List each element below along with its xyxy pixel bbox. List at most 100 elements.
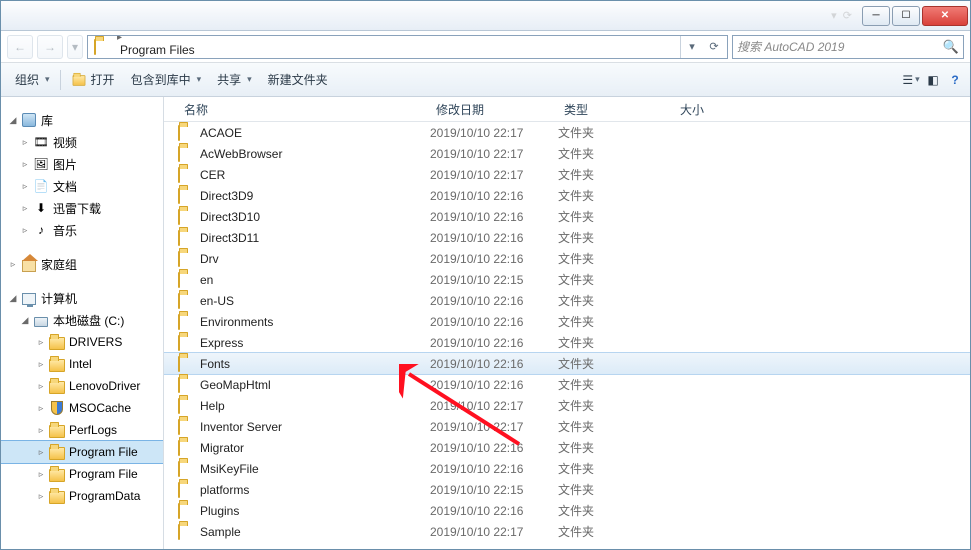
folder-icon xyxy=(178,503,194,519)
folder-icon xyxy=(178,188,194,204)
title-bar[interactable]: ▾ ⟳ ─ ☐ ✕ xyxy=(1,1,970,31)
file-type: 文件夹 xyxy=(558,334,674,351)
file-type: 文件夹 xyxy=(558,523,674,540)
file-row[interactable]: Fonts 2019/10/10 22:16 文件夹 xyxy=(164,353,970,374)
file-row[interactable]: AcWebBrowser 2019/10/10 22:17 文件夹 xyxy=(164,143,970,164)
file-row[interactable]: Plugins 2019/10/10 22:16 文件夹 xyxy=(164,500,970,521)
folder-icon xyxy=(49,400,65,416)
file-row[interactable]: Migrator 2019/10/10 22:16 文件夹 xyxy=(164,437,970,458)
breadcrumb-item[interactable]: Program Files xyxy=(114,43,206,57)
file-row[interactable]: ACAOE 2019/10/10 22:17 文件夹 xyxy=(164,122,970,143)
col-type[interactable]: 类型 xyxy=(558,101,674,118)
file-type: 文件夹 xyxy=(558,313,674,330)
preview-pane-icon[interactable]: ◧ xyxy=(924,71,942,89)
file-name: en-US xyxy=(200,294,234,308)
tree-drive-c[interactable]: ◢本地磁盘 (C:) xyxy=(1,309,163,331)
folder-icon xyxy=(178,398,194,414)
file-name: MsiKeyFile xyxy=(200,462,259,476)
file-type: 文件夹 xyxy=(558,271,674,288)
file-name: ACAOE xyxy=(200,126,242,140)
file-date: 2019/10/10 22:16 xyxy=(430,231,558,245)
minimize-button[interactable]: ─ xyxy=(862,6,890,26)
col-size[interactable]: 大小 xyxy=(674,101,754,118)
tree-folder-item[interactable]: ▹PerfLogs xyxy=(1,419,163,441)
share-menu[interactable]: 共享▾ xyxy=(209,67,260,92)
tree-folder-item[interactable]: ▹Intel xyxy=(1,353,163,375)
tree-homegroup[interactable]: ▹家庭组 xyxy=(1,253,163,275)
file-row[interactable]: Drv 2019/10/10 22:16 文件夹 xyxy=(164,248,970,269)
open-button[interactable]: 打开 xyxy=(63,67,123,92)
tree-library-item[interactable]: ▹🎞视频 xyxy=(1,131,163,153)
tree-libraries[interactable]: ◢库 xyxy=(1,109,163,131)
tree-library-item[interactable]: ▹⬇迅雷下载 xyxy=(1,197,163,219)
file-date: 2019/10/10 22:17 xyxy=(430,168,558,182)
file-type: 文件夹 xyxy=(558,481,674,498)
file-row[interactable]: MsiKeyFile 2019/10/10 22:16 文件夹 xyxy=(164,458,970,479)
tree-folder-item[interactable]: ▹DRIVERS xyxy=(1,331,163,353)
file-name: Direct3D10 xyxy=(200,210,260,224)
tree-library-item[interactable]: ▹♪音乐 xyxy=(1,219,163,241)
tree-folder-item[interactable]: ▹MSOCache xyxy=(1,397,163,419)
file-row[interactable]: Direct3D9 2019/10/10 22:16 文件夹 xyxy=(164,185,970,206)
tree-computer[interactable]: ◢计算机 xyxy=(1,287,163,309)
folder-icon xyxy=(178,125,194,141)
file-type: 文件夹 xyxy=(558,292,674,309)
new-folder-button[interactable]: 新建文件夹 xyxy=(260,67,336,92)
address-dropdown[interactable]: ▾ xyxy=(681,36,703,58)
file-type: 文件夹 xyxy=(558,439,674,456)
file-row[interactable]: GeoMapHtml 2019/10/10 22:16 文件夹 xyxy=(164,374,970,395)
tree-folder-item[interactable]: ▹ProgramData xyxy=(1,485,163,507)
col-date[interactable]: 修改日期 xyxy=(430,101,558,118)
view-options-icon[interactable]: ☰▾ xyxy=(902,71,920,89)
history-dropdown[interactable]: ▾ xyxy=(67,35,83,59)
file-row[interactable]: Environments 2019/10/10 22:16 文件夹 xyxy=(164,311,970,332)
maximize-button[interactable]: ☐ xyxy=(892,6,920,26)
file-row[interactable]: en-US 2019/10/10 22:16 文件夹 xyxy=(164,290,970,311)
close-button[interactable]: ✕ xyxy=(922,6,968,26)
file-row[interactable]: Express 2019/10/10 22:16 文件夹 xyxy=(164,332,970,353)
file-name: Express xyxy=(200,336,243,350)
file-row[interactable]: en 2019/10/10 22:15 文件夹 xyxy=(164,269,970,290)
file-row[interactable]: platforms 2019/10/10 22:15 文件夹 xyxy=(164,479,970,500)
file-type: 文件夹 xyxy=(558,355,674,372)
include-menu[interactable]: 包含到库中▾ xyxy=(123,67,210,92)
toolbar: 组织▾ 打开 包含到库中▾ 共享▾ 新建文件夹 ☰▾ ◧ ? xyxy=(1,63,970,97)
file-row[interactable]: Direct3D10 2019/10/10 22:16 文件夹 xyxy=(164,206,970,227)
folder-icon xyxy=(178,251,194,267)
forward-button[interactable]: → xyxy=(37,35,63,59)
file-row[interactable]: Sample 2019/10/10 22:17 文件夹 xyxy=(164,521,970,542)
nav-tree[interactable]: ◢库 ▹🎞视频 ▹🖼图片 ▹📄文档 ▹⬇迅雷下载 ▹♪音乐 ▹家庭组 ◢计算机 … xyxy=(1,97,164,549)
tree-library-item[interactable]: ▹🖼图片 xyxy=(1,153,163,175)
folder-icon xyxy=(49,422,65,438)
refresh-button[interactable]: ⟳ xyxy=(703,36,725,58)
file-type: 文件夹 xyxy=(558,124,674,141)
file-type: 文件夹 xyxy=(558,502,674,519)
column-headers[interactable]: 名称 修改日期 类型 大小 xyxy=(164,97,970,122)
music-icon: ♪ xyxy=(33,222,49,238)
file-name: Direct3D11 xyxy=(200,231,259,245)
tree-folder-item[interactable]: ▹Program File xyxy=(1,441,163,463)
file-row[interactable]: Inventor Server 2019/10/10 22:17 文件夹 xyxy=(164,416,970,437)
folder-icon xyxy=(49,444,65,460)
tree-library-item[interactable]: ▹📄文档 xyxy=(1,175,163,197)
file-date: 2019/10/10 22:16 xyxy=(430,252,558,266)
search-input[interactable]: 搜索 AutoCAD 2019 🔍 xyxy=(732,35,964,59)
file-list[interactable]: ACAOE 2019/10/10 22:17 文件夹 AcWebBrowser … xyxy=(164,122,970,549)
open-icon xyxy=(72,75,85,85)
tree-folder-item[interactable]: ▹Program File xyxy=(1,463,163,485)
col-name[interactable]: 名称 xyxy=(178,101,430,118)
file-row[interactable]: CER 2019/10/10 22:17 文件夹 xyxy=(164,164,970,185)
tree-folder-item[interactable]: ▹LenovoDriver xyxy=(1,375,163,397)
file-name: Environments xyxy=(200,315,273,329)
help-icon[interactable]: ? xyxy=(946,71,964,89)
folder-icon xyxy=(178,272,194,288)
back-button[interactable]: ← xyxy=(7,35,33,59)
file-date: 2019/10/10 22:16 xyxy=(430,441,558,455)
address-bar[interactable]: ▸计算机▸本地磁盘 (C:)▸Program Files▸Autodesk▸Au… xyxy=(87,35,728,59)
file-name: GeoMapHtml xyxy=(200,378,271,392)
organize-menu[interactable]: 组织▾ xyxy=(7,67,58,92)
search-icon[interactable]: 🔍 xyxy=(943,39,959,55)
file-row[interactable]: Direct3D11 2019/10/10 22:16 文件夹 xyxy=(164,227,970,248)
folder-icon xyxy=(178,440,194,456)
file-row[interactable]: Help 2019/10/10 22:17 文件夹 xyxy=(164,395,970,416)
